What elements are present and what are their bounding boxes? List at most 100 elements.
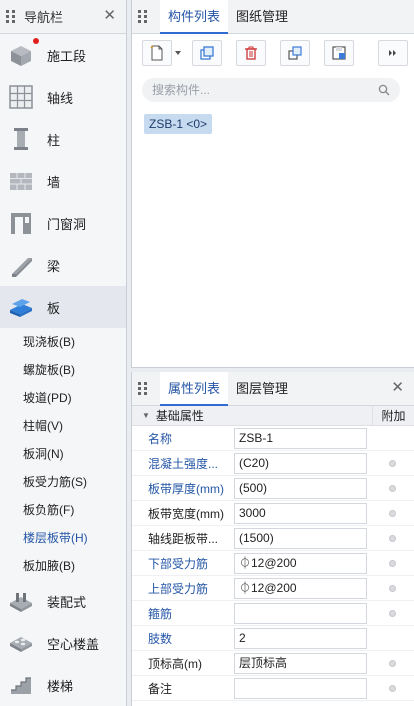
sub-item-slab-main-rebar[interactable]: 板受力筋(S) xyxy=(0,468,126,496)
nav-header: 导航栏 ✕ xyxy=(0,0,126,34)
property-row-stirrup: 箍筋 xyxy=(132,601,414,626)
extra-checkbox[interactable] xyxy=(389,660,396,667)
property-value-field[interactable] xyxy=(234,677,367,699)
property-value-field[interactable]: (1500) xyxy=(234,527,367,549)
delete-component-button[interactable] xyxy=(236,40,266,66)
nav-item-hollow-floor[interactable]: 空心楼盖 xyxy=(0,622,126,664)
drag-handle-icon[interactable] xyxy=(138,382,150,395)
extra-checkbox[interactable] xyxy=(389,535,396,542)
hollow-floor-icon xyxy=(10,637,32,652)
sub-item-slab-haunch[interactable]: 板加腋(B) xyxy=(0,552,126,580)
new-component-dropdown[interactable] xyxy=(172,40,184,66)
tab-property-list[interactable]: 属性列表 xyxy=(160,371,229,406)
column-icon xyxy=(14,128,28,150)
property-value-field[interactable]: ⏀12@200 xyxy=(234,577,367,599)
extra-checkbox[interactable] xyxy=(389,485,396,492)
sub-item-cast-slab[interactable]: 现浇板(B) xyxy=(0,328,126,356)
layer-copy-button[interactable] xyxy=(280,40,310,66)
property-row-bottom-rebar: 下部受力筋 ⏀12@200 xyxy=(132,551,414,576)
extra-checkbox[interactable] xyxy=(389,610,396,617)
property-value-field[interactable]: 2 xyxy=(234,627,367,649)
sub-item-slab-negative-rebar[interactable]: 板负筋(F) xyxy=(0,496,126,524)
extra-column-header: 附加 xyxy=(372,406,414,426)
property-value-field[interactable]: 3000 xyxy=(234,502,367,524)
property-label: 板带厚度(mm) xyxy=(148,481,224,496)
extra-checkbox[interactable] xyxy=(389,560,396,567)
nav-item-label: 板 xyxy=(47,300,61,316)
beam-icon xyxy=(12,258,32,277)
extra-checkbox[interactable] xyxy=(389,685,396,692)
sub-item-slab-hole[interactable]: 板洞(N) xyxy=(0,440,126,468)
new-component-button[interactable] xyxy=(142,40,172,66)
tab-component-list[interactable]: 构件列表 xyxy=(160,0,229,34)
close-icon[interactable]: ✕ xyxy=(391,380,404,396)
component-tabs: 构件列表 图纸管理 xyxy=(132,0,414,34)
nav-item-prefab[interactable]: 装配式 xyxy=(0,580,126,622)
property-label: 顶标高(m) xyxy=(148,656,202,671)
nav-item-label: 空心楼盖 xyxy=(47,636,100,652)
component-search xyxy=(142,78,400,102)
property-value-field[interactable]: ⏀12@200 xyxy=(234,552,367,574)
door-window-icon xyxy=(11,213,31,234)
copy-component-button[interactable] xyxy=(192,40,222,66)
sub-item-spiral-slab[interactable]: 螺旋板(B) xyxy=(0,356,126,384)
nav-item-slab[interactable]: 板 xyxy=(0,286,126,328)
navigation-panel: 导航栏 ✕ 施工段 轴线 柱 墙 门窗洞 梁 板 现浇板(B) 螺旋板(B) 坡… xyxy=(0,0,127,706)
search-icon[interactable] xyxy=(378,84,390,96)
save-component-button[interactable] xyxy=(324,40,354,66)
close-icon[interactable]: ✕ xyxy=(103,8,116,24)
property-label: 备注 xyxy=(148,681,173,696)
nav-item-door-window[interactable]: 门窗洞 xyxy=(0,202,126,244)
property-label: 混凝土强度... xyxy=(148,456,219,471)
group-label: 基础属性 xyxy=(155,409,204,423)
tab-layer-management[interactable]: 图层管理 xyxy=(228,372,296,406)
trash-icon xyxy=(245,46,257,60)
prefab-icon xyxy=(10,593,32,612)
nav-item-label: 梁 xyxy=(47,258,61,274)
extra-checkbox[interactable] xyxy=(389,460,396,467)
notification-dot xyxy=(33,38,39,44)
copy-icon xyxy=(200,46,214,60)
nav-title: 导航栏 xyxy=(24,10,64,25)
extra-checkbox[interactable] xyxy=(389,585,396,592)
caret-down-icon xyxy=(175,51,181,55)
extra-checkbox[interactable] xyxy=(389,510,396,517)
property-value-field[interactable]: 层顶标高 xyxy=(234,652,367,674)
sub-item-floor-slab-strip[interactable]: 楼层板带(H) xyxy=(0,524,126,552)
nav-item-beam[interactable]: 梁 xyxy=(0,244,126,286)
property-row-concrete-grade: 混凝土强度... (C20) xyxy=(132,451,414,476)
slab-sub-list: 现浇板(B) 螺旋板(B) 坡道(PD) 柱帽(V) 板洞(N) 板受力筋(S)… xyxy=(0,328,126,580)
nav-item-axis[interactable]: 轴线 xyxy=(0,76,126,118)
property-row-axis-offset: 轴线距板带... (1500) xyxy=(132,526,414,551)
nav-item-construction-section[interactable]: 施工段 xyxy=(0,34,126,76)
layer-copy-icon xyxy=(288,46,302,60)
property-value-field[interactable]: (500) xyxy=(234,477,367,499)
property-row-leg-count: 肢数 2 xyxy=(132,626,414,651)
property-value-field[interactable]: ZSB-1 xyxy=(234,427,367,449)
property-value-field[interactable] xyxy=(234,602,367,624)
nav-item-stairs[interactable]: 楼梯 xyxy=(0,664,126,706)
sub-item-ramp[interactable]: 坡道(PD) xyxy=(0,384,126,412)
more-tools-button[interactable] xyxy=(378,40,408,66)
component-item-selected[interactable]: ZSB-1 <0> xyxy=(144,114,213,134)
nav-item-label: 施工段 xyxy=(47,48,87,64)
double-chevron-right-icon xyxy=(389,50,396,56)
property-row-remark: 备注 xyxy=(132,676,414,701)
sub-item-column-cap[interactable]: 柱帽(V) xyxy=(0,412,126,440)
property-group-header[interactable]: ▼ 基础属性 附加 xyxy=(132,406,414,426)
property-row-top-elevation: 顶标高(m) 层顶标高 xyxy=(132,651,414,676)
property-value-field[interactable]: (C20) xyxy=(234,452,367,474)
tab-drawing-management[interactable]: 图纸管理 xyxy=(228,0,296,34)
drag-handle-icon[interactable] xyxy=(6,10,18,23)
nav-item-column[interactable]: 柱 xyxy=(0,118,126,160)
save-icon xyxy=(332,46,346,60)
search-input[interactable] xyxy=(152,83,352,97)
property-label: 下部受力筋 xyxy=(148,556,209,571)
nav-item-label: 装配式 xyxy=(47,594,87,610)
property-row-strip-thickness: 板带厚度(mm) (500) xyxy=(132,476,414,501)
slab-icon xyxy=(10,299,32,317)
drag-handle-icon[interactable] xyxy=(138,10,150,23)
component-list-panel: 构件列表 图纸管理 搜索构件... ZSB-1 <0> xyxy=(131,0,414,368)
nav-item-wall[interactable]: 墙 xyxy=(0,160,126,202)
collapse-triangle-icon[interactable]: ▼ xyxy=(142,411,150,420)
